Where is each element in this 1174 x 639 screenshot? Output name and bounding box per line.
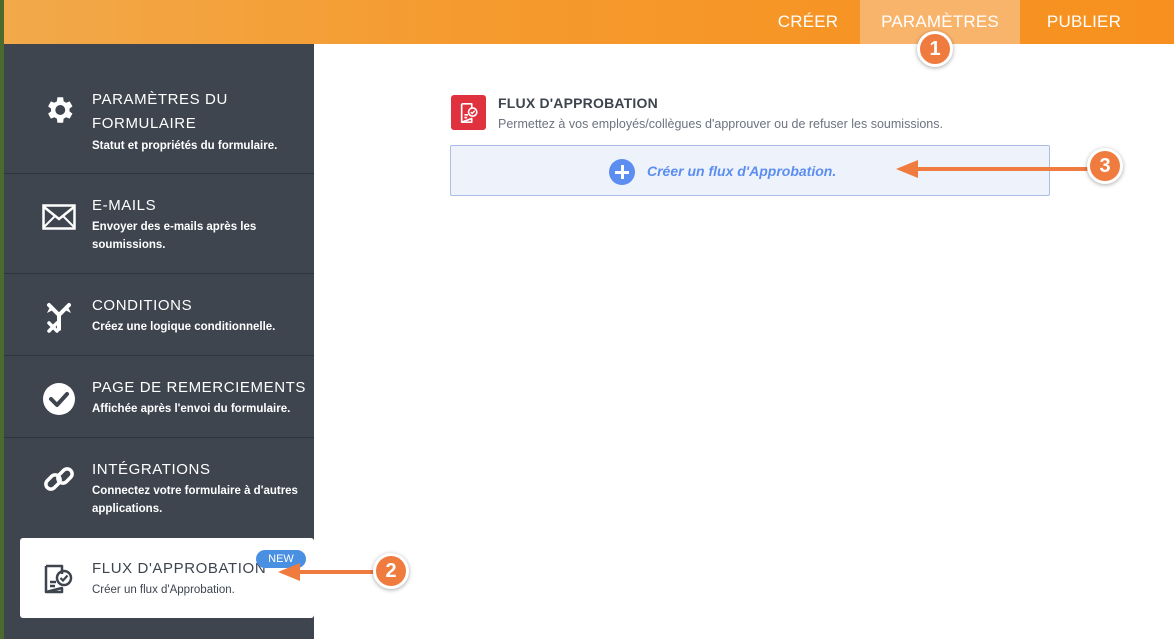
top-navigation-bar: CRÉER PARAMÈTRES PUBLIER [4, 0, 1174, 44]
sidebar-item-title: PARAMÈTRES DU FORMULAIRE [92, 91, 228, 132]
create-approval-flow-button[interactable]: Créer un flux d'Approbation. [450, 145, 1050, 196]
annotation-marker-3: 3 [1087, 148, 1123, 184]
sidebar-item-title: PAGE DE REMERCIEMENTS [92, 379, 307, 396]
sidebar-item-integrations[interactable]: INTÉGRATIONS Connectez votre formulaire … [4, 438, 314, 534]
sidebar-item-title: CONDITIONS [92, 297, 193, 314]
sidebar-item-description: Envoyer des e-mails après les soumission… [92, 221, 257, 251]
sidebar-item-description: Connectez votre formulaire à d'autres ap… [92, 485, 298, 515]
approval-flow-icon [451, 95, 486, 130]
sidebar-item-description: Créer un flux d'Approbation. [92, 584, 235, 596]
sidebar-item-emails[interactable]: E-MAILS Envoyer des e-mails après les so… [4, 174, 314, 274]
approval-icon [40, 562, 74, 596]
sidebar-item-description: Statut et propriétés du formulaire. [92, 140, 278, 152]
new-badge: NEW [256, 550, 306, 568]
check-circle-icon [40, 380, 78, 418]
sidebar-item-thank-you-page[interactable]: PAGE DE REMERCIEMENTS Affichée après l'e… [4, 356, 314, 438]
section-title: FLUX D'APPROBATION [498, 95, 658, 111]
sidebar-item-description: Affichée après l'envoi du formulaire. [92, 403, 291, 415]
envelope-icon [40, 198, 78, 236]
sidebar-item-title: INTÉGRATIONS [92, 461, 211, 478]
sidebar-item-description: Créez une logique conditionnelle. [92, 321, 276, 333]
section-subtitle: Permettez à vos employés/collègues d'app… [498, 117, 943, 131]
sidebar-item-title: FLUX D'APPROBATION [92, 560, 267, 577]
sidebar-item-form-settings[interactable]: PARAMÈTRES DU FORMULAIRE Statut et propr… [4, 44, 314, 174]
annotation-marker-1: 1 [917, 31, 953, 67]
link-icon [40, 460, 78, 498]
annotation-marker-2: 2 [373, 553, 409, 589]
tab-publish[interactable]: PUBLIER [1020, 0, 1148, 44]
sidebar-item-title: E-MAILS [92, 197, 157, 214]
create-button-label: Créer un flux d'Approbation. [647, 163, 837, 179]
tab-create[interactable]: CRÉER [758, 0, 858, 44]
sidebar-item-conditions[interactable]: CONDITIONS Créez une logique conditionne… [4, 274, 314, 356]
sidebar-item-approval-flow[interactable]: FLUX D'APPROBATION Créer un flux d'Appro… [20, 538, 314, 618]
conditions-icon [40, 298, 78, 336]
plus-circle-icon [609, 159, 635, 185]
gear-icon [40, 91, 78, 129]
